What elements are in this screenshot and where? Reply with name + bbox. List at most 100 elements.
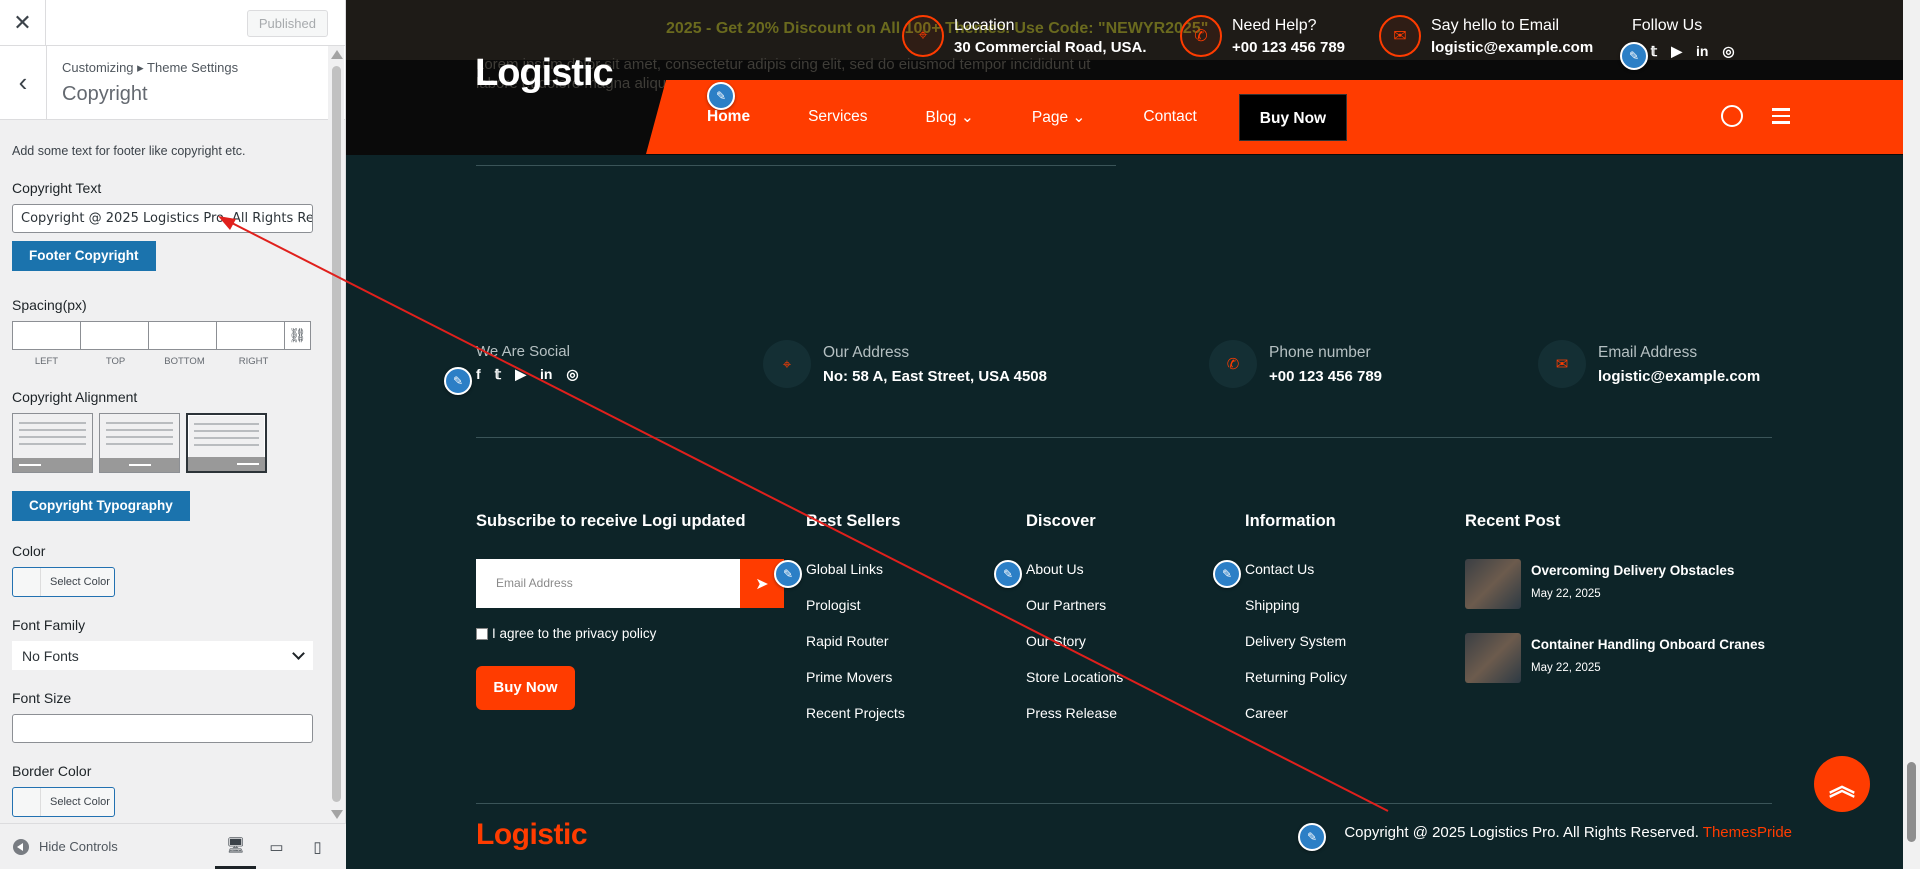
- desktop-icon[interactable]: 🖥: [215, 824, 256, 869]
- footer-link[interactable]: Contact Us: [1245, 561, 1347, 597]
- select-color-label: Select Color: [50, 576, 110, 588]
- spacing-bottom-input[interactable]: [148, 321, 217, 350]
- privacy-agree[interactable]: I agree to the privacy policy: [476, 626, 656, 641]
- instagram-icon[interactable]: ◎: [566, 366, 578, 383]
- color-picker-button[interactable]: Select Color: [12, 567, 115, 597]
- nav-services[interactable]: Services: [808, 108, 867, 126]
- post-date: May 22, 2025: [1531, 588, 1601, 600]
- copyright-brand-link[interactable]: ThemesPride: [1703, 824, 1792, 841]
- tablet-icon[interactable]: ▭: [256, 824, 297, 869]
- scroll-up-arrow-icon[interactable]: [331, 50, 343, 59]
- twitter-icon[interactable]: 𝕥: [495, 366, 502, 383]
- menu-icon[interactable]: [1772, 108, 1790, 128]
- footer-link[interactable]: Store Locations: [1026, 669, 1123, 705]
- footer-link[interactable]: Prologist: [806, 597, 905, 633]
- instagram-icon[interactable]: ◎: [1722, 43, 1734, 60]
- edit-shortcut-icon[interactable]: ✎: [1620, 42, 1648, 70]
- unlink-icon[interactable]: ⛓: [284, 321, 311, 350]
- mobile-icon[interactable]: ▯: [297, 824, 338, 869]
- main-navbar: Home Services Blog ⌄ Page ⌄ Contact Buy …: [646, 80, 1920, 154]
- buy-now-button[interactable]: Buy Now: [1238, 93, 1348, 141]
- nav-contact[interactable]: Contact: [1143, 108, 1196, 126]
- footer-link[interactable]: Global Links: [806, 561, 905, 597]
- spacing-right-input[interactable]: [216, 321, 285, 350]
- recent-post-item[interactable]: Overcoming Delivery Obstacles May 22, 20…: [1465, 559, 1734, 609]
- scroll-to-top-button[interactable]: ︽: [1814, 756, 1870, 812]
- spacing-left-input[interactable]: [12, 321, 81, 350]
- section-header: ‹ Customizing ▸ Theme Settings Copyright: [0, 46, 345, 120]
- footer-link[interactable]: Returning Policy: [1245, 669, 1347, 705]
- chevron-down-icon: ⌄: [1072, 108, 1086, 126]
- border-color-picker-button[interactable]: Select Color: [12, 787, 115, 817]
- site-logo[interactable]: Logistic: [475, 52, 614, 95]
- spacing-top-label: TOP: [105, 356, 126, 367]
- alignment-options: [12, 413, 316, 473]
- best-sellers-links: Global Links Prologist Rapid Router Prim…: [806, 561, 905, 741]
- spacing-label: Spacing(px): [12, 297, 87, 313]
- nav-blog[interactable]: Blog ⌄: [926, 108, 974, 127]
- recent-post-item[interactable]: Container Handling Onboard Cranes May 22…: [1465, 633, 1765, 683]
- footer-link[interactable]: Delivery System: [1245, 633, 1347, 669]
- follow-us-label: Follow Us: [1632, 17, 1703, 34]
- panel-scrollbar[interactable]: [328, 46, 344, 823]
- edit-shortcut-icon[interactable]: ✎: [774, 560, 802, 588]
- back-arrow-icon[interactable]: ‹: [0, 46, 47, 119]
- close-icon[interactable]: ✕: [0, 0, 46, 46]
- font-size-label: Font Size: [12, 690, 72, 706]
- linkedin-icon[interactable]: in: [1696, 43, 1708, 60]
- youtube-icon[interactable]: ▶: [1671, 43, 1682, 60]
- youtube-icon[interactable]: ▶: [515, 366, 526, 383]
- footer-link[interactable]: Our Story: [1026, 633, 1123, 669]
- search-icon[interactable]: [1721, 105, 1743, 127]
- footer-logo[interactable]: Logistic: [476, 818, 588, 852]
- social-icons-footer: f 𝕥 ▶ in ◎: [476, 366, 579, 383]
- footer-buy-now-button[interactable]: Buy Now: [476, 666, 575, 710]
- mail-icon: ✉: [1379, 15, 1421, 57]
- preview-scrollbar[interactable]: [1903, 0, 1920, 869]
- mail-icon: ✉: [1538, 340, 1586, 388]
- discover-links: About Us Our Partners Our Story Store Lo…: [1026, 561, 1123, 741]
- edit-shortcut-icon[interactable]: ✎: [707, 82, 735, 110]
- scrollbar-thumb[interactable]: [332, 66, 341, 802]
- footer-link[interactable]: About Us: [1026, 561, 1123, 597]
- align-center-option[interactable]: [99, 413, 180, 473]
- font-family-select[interactable]: No Fonts: [12, 641, 313, 670]
- footer-link[interactable]: Career: [1245, 705, 1347, 741]
- copyright-typography-button[interactable]: Copyright Typography: [12, 491, 190, 521]
- align-left-option[interactable]: [12, 413, 93, 473]
- copyright-text-input[interactable]: Copyright @ 2025 Logistics Pro. All Righ…: [12, 204, 313, 233]
- align-right-option[interactable]: [186, 413, 267, 473]
- footer-link[interactable]: Recent Projects: [806, 705, 905, 741]
- hide-controls-button[interactable]: Hide Controls: [0, 838, 118, 855]
- email-field[interactable]: Email Address: [476, 559, 741, 608]
- we-are-social-label: We Are Social: [476, 343, 570, 360]
- twitter-icon[interactable]: 𝕥: [1651, 43, 1658, 60]
- select-color-label: Select Color: [50, 796, 110, 808]
- post-title[interactable]: Container Handling Onboard Cranes: [1531, 637, 1765, 652]
- footer-link[interactable]: Prime Movers: [806, 669, 905, 705]
- nav-home[interactable]: Home: [707, 108, 750, 126]
- breadcrumb: Customizing ▸ Theme Settings: [62, 60, 239, 75]
- footer-link[interactable]: Rapid Router: [806, 633, 905, 669]
- footer-copyright-button[interactable]: Footer Copyright: [12, 241, 156, 271]
- edit-shortcut-icon[interactable]: ✎: [1213, 560, 1241, 588]
- linkedin-icon[interactable]: in: [540, 366, 552, 383]
- agree-checkbox[interactable]: [476, 627, 488, 640]
- font-family-label: Font Family: [12, 617, 86, 633]
- footer-link[interactable]: Our Partners: [1026, 597, 1123, 633]
- font-size-input[interactable]: [12, 714, 313, 743]
- published-button[interactable]: Published: [246, 10, 328, 37]
- contact-label: Email Address: [1598, 343, 1698, 361]
- spacing-top-input[interactable]: [80, 321, 149, 350]
- scrollbar-thumb[interactable]: [1907, 762, 1916, 842]
- facebook-icon[interactable]: f: [476, 366, 481, 383]
- footer-link[interactable]: Shipping: [1245, 597, 1347, 633]
- edit-shortcut-icon[interactable]: ✎: [994, 560, 1022, 588]
- edit-shortcut-icon[interactable]: ✎: [444, 367, 472, 395]
- phone-icon: ✆: [1180, 15, 1222, 57]
- nav-page[interactable]: Page ⌄: [1032, 108, 1086, 127]
- edit-shortcut-icon[interactable]: ✎: [1298, 823, 1326, 851]
- post-title[interactable]: Overcoming Delivery Obstacles: [1531, 563, 1734, 578]
- footer-link[interactable]: Press Release: [1026, 705, 1123, 741]
- scroll-down-arrow-icon[interactable]: [331, 810, 343, 819]
